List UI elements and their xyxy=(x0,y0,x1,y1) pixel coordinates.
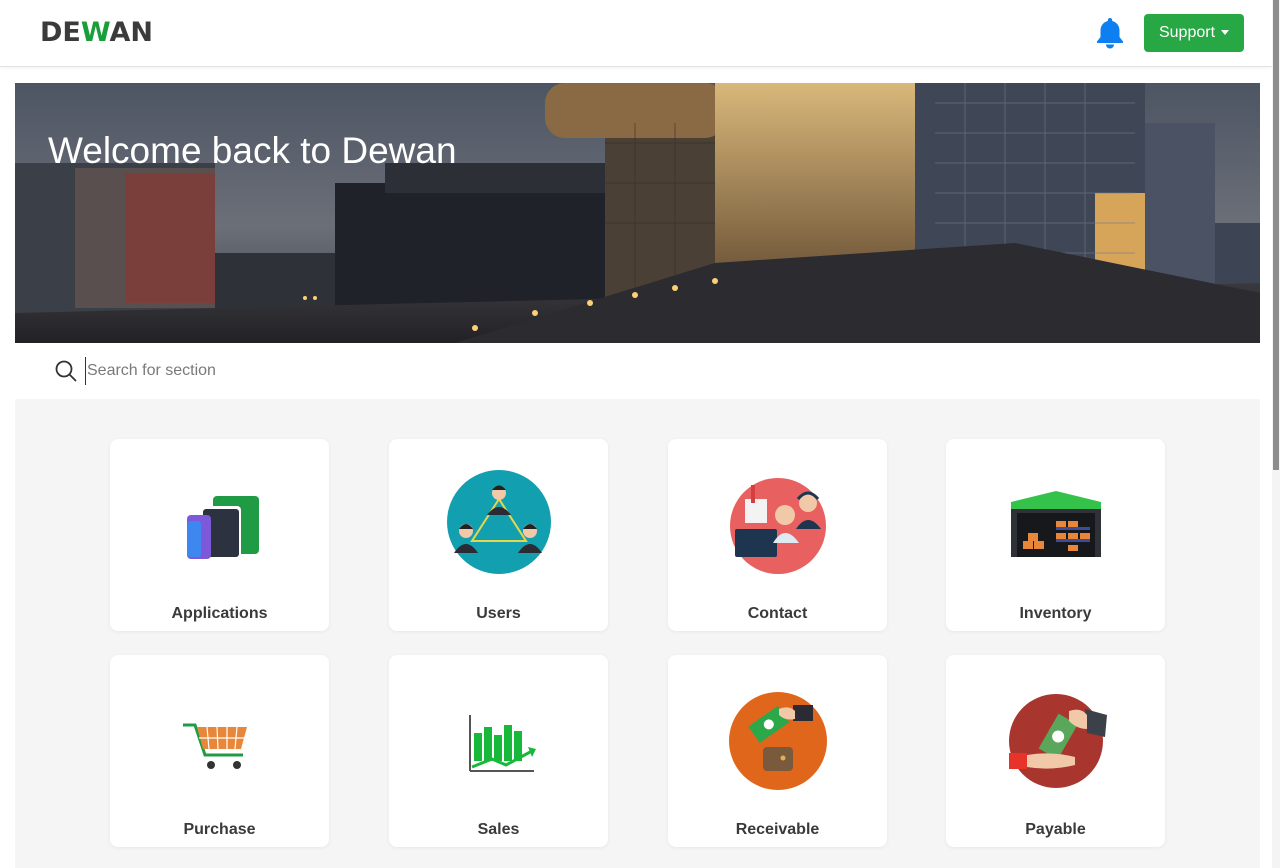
section-label: Contact xyxy=(747,605,808,622)
inventory-icon xyxy=(1010,491,1101,557)
hero-banner: Welcome back to Dewan xyxy=(15,83,1260,343)
section-search-bar xyxy=(15,343,1260,399)
payable-icon xyxy=(1008,694,1107,788)
section-card-receivable[interactable]: Receivable xyxy=(668,655,887,847)
applications-icon xyxy=(186,496,259,559)
section-label: Receivable xyxy=(735,821,820,838)
section-label: Sales xyxy=(477,821,520,838)
dewan-logo[interactable]: DEWAN xyxy=(40,18,153,48)
section-search-input[interactable] xyxy=(85,357,585,385)
section-card-sales[interactable]: Sales xyxy=(389,655,608,847)
section-label: Payable xyxy=(1025,821,1086,838)
section-label: Applications xyxy=(171,605,268,622)
section-card-purchase[interactable]: Purchase xyxy=(110,655,329,847)
hero-background-image xyxy=(15,83,1260,343)
section-label: Inventory xyxy=(1019,605,1092,622)
contact-icon xyxy=(729,478,826,574)
sales-icon xyxy=(468,715,536,772)
section-card-users[interactable]: Users xyxy=(389,439,608,631)
section-label: Users xyxy=(476,605,521,622)
hero-title: Welcome back to Dewan xyxy=(48,130,457,171)
search-icon xyxy=(55,360,77,382)
users-icon xyxy=(446,470,551,574)
section-card-inventory[interactable]: Inventory xyxy=(946,439,1165,631)
support-dropdown-button[interactable]: Support xyxy=(1144,14,1244,52)
receivable-icon xyxy=(728,692,827,790)
sections-grid: Applications Users Contact Inventory Pur… xyxy=(15,399,1260,868)
support-button-label: Support xyxy=(1158,24,1216,41)
scrollbar-thumb[interactable] xyxy=(1273,0,1279,470)
section-label: Purchase xyxy=(183,821,256,838)
page-scrollbar[interactable] xyxy=(1272,0,1280,868)
top-navbar: DEWAN Support xyxy=(0,0,1272,67)
bell-icon[interactable] xyxy=(1094,16,1126,50)
purchase-icon xyxy=(182,723,247,769)
section-card-applications[interactable]: Applications xyxy=(110,439,329,631)
caret-down-icon xyxy=(1221,29,1230,35)
section-card-contact[interactable]: Contact xyxy=(668,439,887,631)
section-card-payable[interactable]: Payable xyxy=(946,655,1165,847)
